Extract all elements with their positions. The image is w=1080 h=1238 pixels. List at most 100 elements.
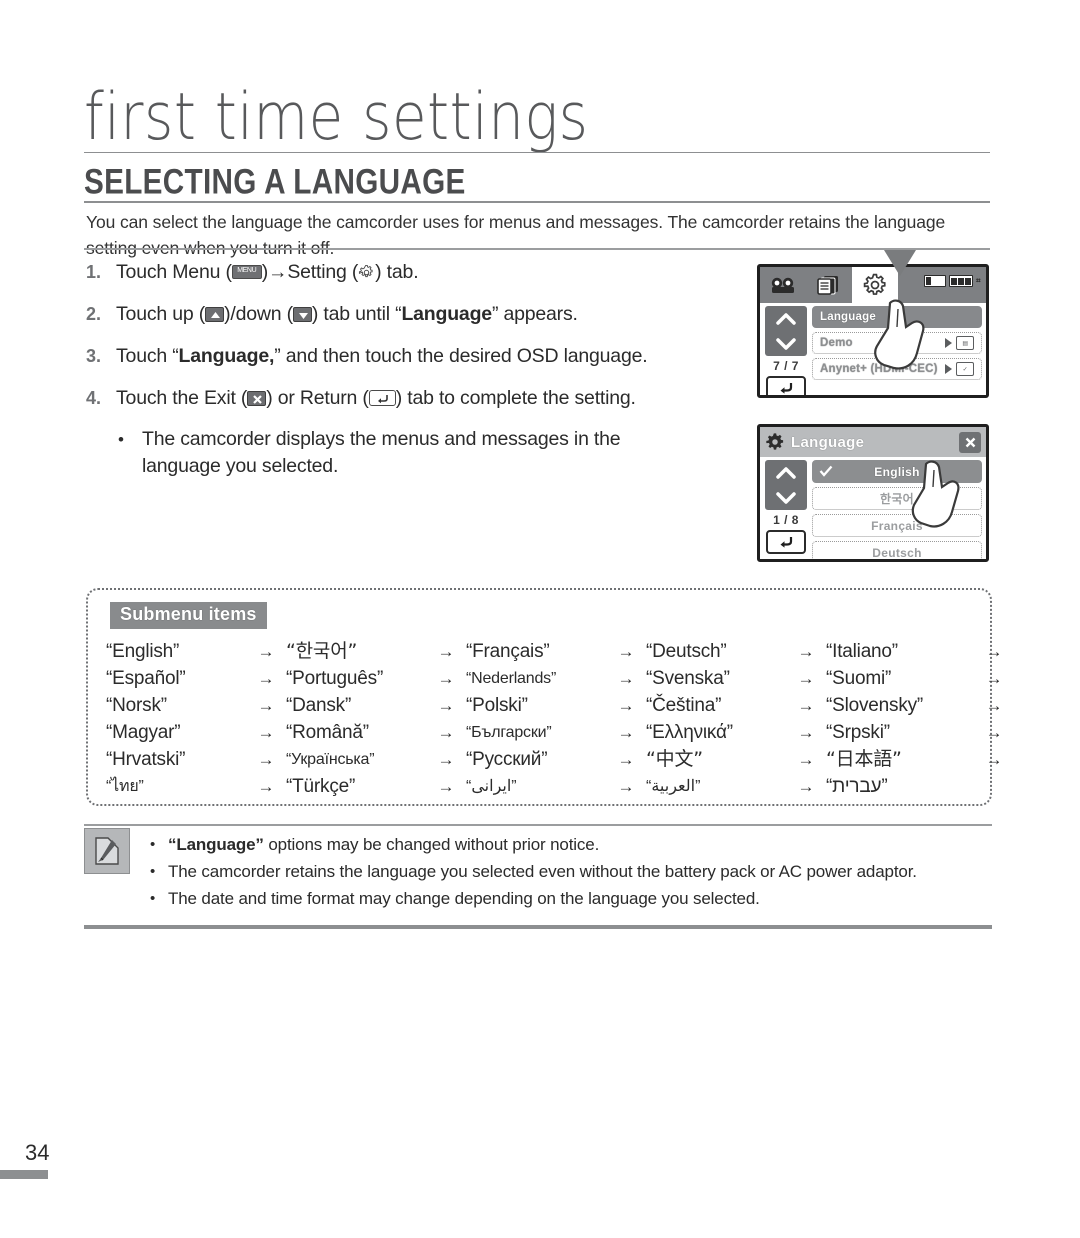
lcd1-nav-column: 7 / 7 <box>763 306 809 395</box>
note-pencil-icon <box>84 828 130 874</box>
submenu-arrow: → <box>437 750 455 769</box>
lcd1-up-down-pad[interactable] <box>765 306 807 356</box>
submenu-arrow: → <box>985 750 1003 769</box>
divider-below-notes <box>84 925 992 929</box>
step-2-post-a: ) tab until “ <box>311 303 402 325</box>
submenu-arrow: → <box>437 777 455 796</box>
submenu-arrow: → <box>437 723 455 742</box>
gear-icon <box>766 433 784 450</box>
steps-list: 1. Touch Menu ()→Setting () tab. 2. Touc… <box>86 258 746 480</box>
submenu-arrow: → <box>985 696 1003 715</box>
lcd1-page-indicator: 7 / 7 <box>773 359 799 373</box>
return-arrow-icon <box>780 537 792 548</box>
submenu-lang: “Magyar” <box>106 722 181 743</box>
submenu-lang: “Deutsch” <box>646 641 727 662</box>
note-item-2: • The camcorder retains the language you… <box>150 859 992 884</box>
chevron-up-icon <box>776 466 796 479</box>
language-row-german[interactable]: Deutsch <box>812 541 982 560</box>
note-item-1: • “Language” options may be changed with… <box>150 832 992 857</box>
step-1-mid: )→Setting ( <box>261 261 359 283</box>
submenu-lang: “Français” <box>466 641 550 662</box>
playback-tab[interactable] <box>806 267 852 303</box>
submenu-lang: “한국어” <box>286 640 358 662</box>
divider-under-section <box>84 201 990 203</box>
submenu-arrow: → <box>797 777 815 796</box>
submenu-arrow: → <box>617 669 635 688</box>
submenu-lang: “Nederlands” <box>466 670 557 687</box>
submenu-arrow: → <box>437 642 455 661</box>
lcd2-page-indicator: 1 / 8 <box>773 513 799 527</box>
submenu-arrow: → <box>617 750 635 769</box>
language-row-french[interactable]: Français <box>812 514 982 537</box>
submenu-lang: “ไทย” <box>106 778 144 795</box>
submenu-lang: “Português” <box>286 668 384 689</box>
submenu-lang: “Italiano” <box>826 641 898 662</box>
menu-icon <box>231 265 262 279</box>
submenu-lang: “Español” <box>106 668 186 689</box>
lcd2-nav-column: 1 / 8 <box>763 460 809 559</box>
lcd1-tab-bar: ⌗ <box>760 267 986 303</box>
play-triangle-icon <box>945 364 952 374</box>
submenu-lang: “Dansk” <box>286 695 352 716</box>
submenu-arrow: → <box>437 669 455 688</box>
submenu-lang: “עברית” <box>826 776 888 797</box>
step-2-post-b: ” appears. <box>491 303 578 325</box>
check-icon <box>819 465 833 477</box>
language-row-korean[interactable]: 한국어 <box>812 487 982 510</box>
note-item-3: • The date and time format may change de… <box>150 886 992 911</box>
submenu-lang: “Svenska” <box>646 668 730 689</box>
lcd2-back-button[interactable] <box>766 530 806 554</box>
submenu-arrow: → <box>985 642 1003 661</box>
step-2-pre: Touch up ( <box>116 303 206 325</box>
camcorder-icon <box>771 277 794 293</box>
submenu-lang: “Български” <box>466 724 552 741</box>
step-1-number: 1. <box>86 262 102 282</box>
menu-row-anynet[interactable]: Anynet+ (HDMI-CEC) ✓ <box>812 358 982 380</box>
chevron-up-icon <box>776 312 796 325</box>
step-4-text: Touch the Exit () or Return () tab to co… <box>116 384 636 412</box>
submenu-lang: “Čeština” <box>646 695 722 716</box>
lcd2-up-down-pad[interactable] <box>765 460 807 510</box>
notes-list: • “Language” options may be changed with… <box>150 832 992 913</box>
submenu-lang: “日本語” <box>826 748 902 770</box>
note-1-bold: “Language” <box>168 835 264 854</box>
note-bullet: • <box>150 863 156 880</box>
step-1-pre: Touch Menu ( <box>116 261 232 283</box>
note-bullet: • <box>150 890 156 907</box>
submenu-arrow: → <box>985 669 1003 688</box>
note-1-rest: options may be changed without prior not… <box>263 835 600 854</box>
menu-row-language-label: Language <box>820 311 876 323</box>
menu-row-language[interactable]: Language <box>812 306 982 328</box>
battery-level-icon <box>948 275 973 287</box>
down-arrow-icon <box>292 307 312 322</box>
step-3-post: ” and then touch the desired OSD languag… <box>274 345 648 367</box>
lcd2-close-button[interactable] <box>959 431 981 453</box>
battery-icon <box>923 275 946 287</box>
submenu-lang: “Hrvatski” <box>106 749 186 770</box>
lcd1-back-button[interactable] <box>766 376 806 395</box>
menu-row-demo[interactable]: Demo ▤ <box>812 332 982 354</box>
page-number: 34 <box>25 1140 50 1165</box>
step-2-bold: Language <box>401 303 492 325</box>
pointer-arrow-to-setting-tab <box>884 250 916 276</box>
submenu-arrow: → <box>617 642 635 661</box>
lcd2-language-list: English 한국어 Français Deutsch <box>809 460 982 560</box>
submenu-arrow: → <box>797 750 815 769</box>
camcorder-tab[interactable] <box>760 267 806 303</box>
note-text-2: The camcorder retains the language you s… <box>168 862 917 881</box>
step-1-post: ) tab. <box>375 261 419 283</box>
language-row-german-label: Deutsch <box>872 545 922 560</box>
submenu-arrow: → <box>797 723 815 742</box>
lcd2-header: Language <box>760 427 986 457</box>
submenu-arrow: → <box>437 696 455 715</box>
demo-thumbnail-icon: ▤ <box>956 336 974 350</box>
language-row-english[interactable]: English <box>812 460 982 483</box>
divider-above-notes <box>84 824 992 826</box>
submenu-arrow: → <box>257 642 275 661</box>
submenu-items-box: Submenu items “English” → “한국어” → “Franç… <box>86 588 1003 806</box>
step-3: 3. Touch “Language,” and then touch the … <box>86 342 746 370</box>
submenu-arrow: → <box>797 696 815 715</box>
step-3-pre: Touch “ <box>116 345 179 367</box>
submenu-lang: “Română” <box>286 722 369 743</box>
gear-icon <box>863 273 886 295</box>
